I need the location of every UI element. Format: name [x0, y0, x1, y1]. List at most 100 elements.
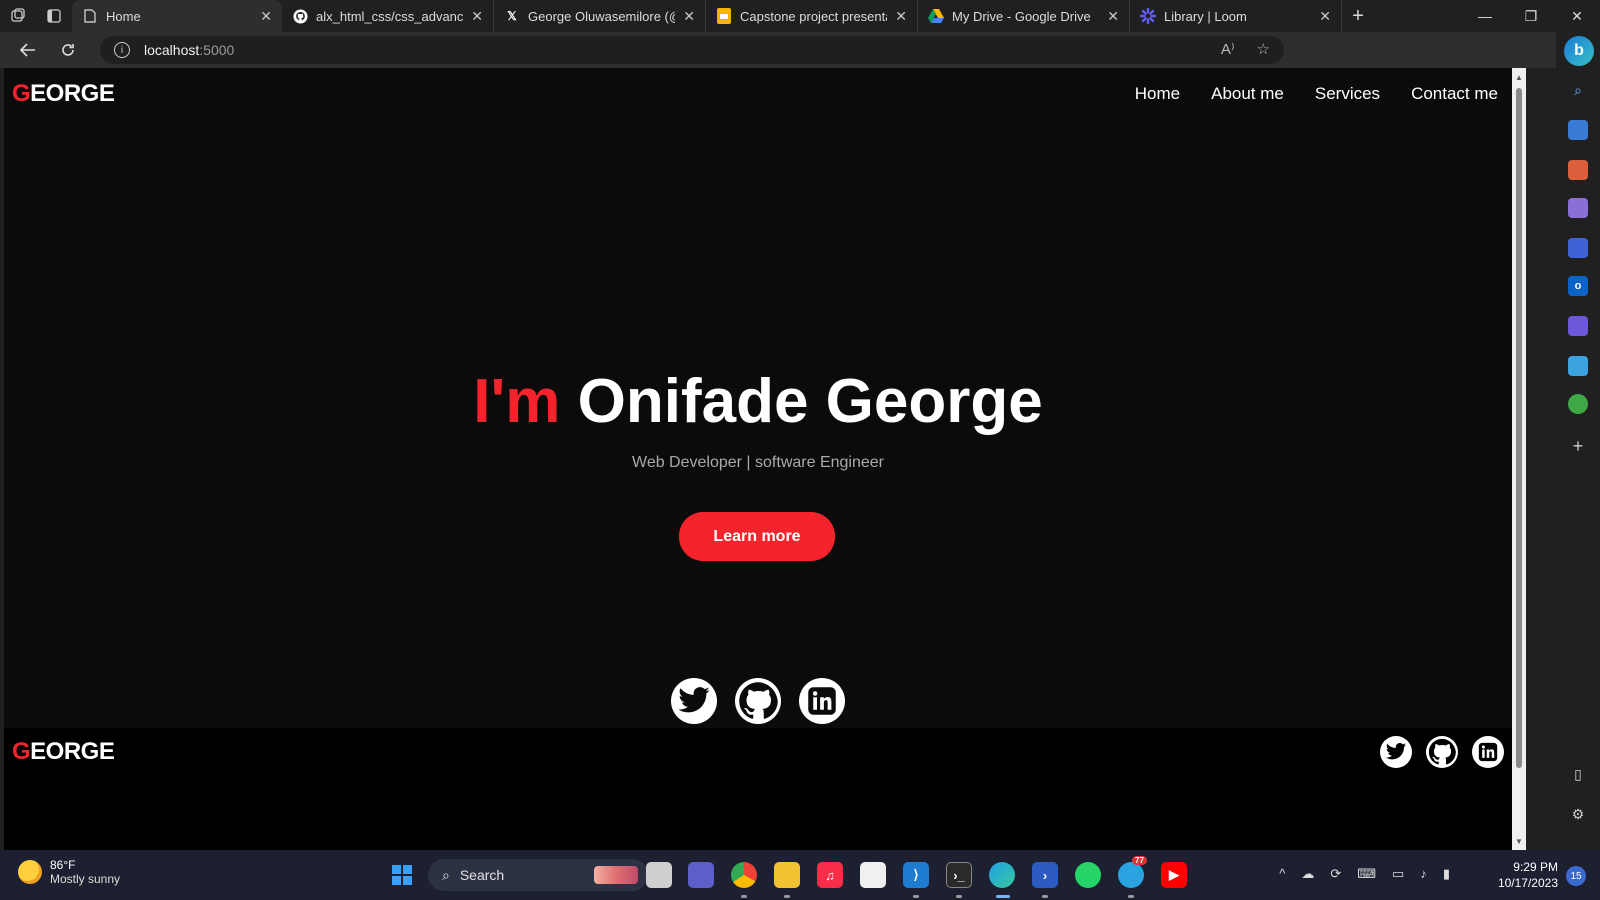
battery-icon[interactable]: ▮	[1443, 866, 1450, 882]
main-nav: Home About me Services Contact me	[1135, 84, 1498, 104]
minimize-icon[interactable]: —	[1462, 0, 1508, 32]
footer-logo[interactable]: GEORGE	[12, 738, 115, 766]
tools-icon[interactable]	[1568, 160, 1588, 180]
file-explorer-icon[interactable]	[774, 862, 800, 888]
scrollbar-thumb[interactable]	[1516, 88, 1522, 768]
store-icon[interactable]	[860, 862, 886, 888]
running-indicator	[913, 895, 919, 898]
twitter-icon[interactable]	[671, 678, 717, 724]
hero-social-links	[4, 678, 1512, 724]
tab-github[interactable]: alx_html_css/css_advanced a ✕	[282, 0, 494, 32]
games-icon[interactable]	[1568, 198, 1588, 218]
tab-slides[interactable]: Capstone project presentatio ✕	[706, 0, 918, 32]
tab-drive[interactable]: My Drive - Google Drive ✕	[918, 0, 1130, 32]
notification-badge[interactable]: 15	[1566, 866, 1586, 886]
shopping-icon[interactable]	[1568, 120, 1588, 140]
close-tab-icon[interactable]: ✕	[1107, 8, 1119, 25]
windows-start-icon[interactable]	[392, 865, 412, 885]
search-icon[interactable]: ⌕	[1568, 80, 1588, 100]
scroll-up-icon[interactable]: ▲	[1512, 70, 1526, 84]
new-tab-icon[interactable]: +	[1342, 0, 1374, 32]
music-icon[interactable]: ♫	[817, 862, 843, 888]
tab-title: Home	[106, 8, 141, 24]
settings-gear-icon[interactable]: ⚙	[1568, 804, 1588, 824]
close-tab-icon[interactable]: ✕	[683, 8, 695, 25]
keyboard-icon[interactable]: ⌨	[1357, 866, 1376, 882]
workspaces-icon[interactable]	[0, 0, 36, 32]
powershell-icon[interactable]: ›	[1032, 862, 1058, 888]
read-aloud-icon[interactable]: A⁾	[1221, 40, 1235, 58]
footer-social-links	[1380, 736, 1504, 768]
network-icon[interactable]: ▭	[1392, 866, 1404, 882]
github-icon[interactable]	[735, 678, 781, 724]
teams-chat-icon[interactable]	[688, 862, 714, 888]
linkedin-icon[interactable]	[799, 678, 845, 724]
drop-icon[interactable]	[1568, 356, 1588, 376]
tab-loom[interactable]: Library | Loom ✕	[1130, 0, 1342, 32]
hide-sidebar-icon[interactable]: ▯	[1568, 764, 1588, 784]
restore-icon[interactable]: ❐	[1508, 0, 1554, 32]
vscode-icon[interactable]: ⟩	[903, 862, 929, 888]
clock-date: 10/17/2023	[1497, 876, 1558, 890]
address-bar[interactable]: i localhost:5000 A⁾ ☆	[100, 36, 1284, 64]
sunny-icon	[18, 860, 42, 884]
bing-copilot-icon[interactable]: b	[1564, 36, 1594, 66]
page-scrollbar[interactable]: ▲ ▼	[1512, 68, 1526, 850]
hero-prefix: I'm	[473, 367, 561, 436]
weather-widget[interactable]: 86°F Mostly sunny	[18, 858, 120, 886]
close-window-icon[interactable]: ✕	[1554, 0, 1600, 32]
add-icon[interactable]: +	[1568, 436, 1588, 456]
outlook-icon[interactable]: o	[1568, 276, 1588, 296]
youtube-icon[interactable]: ▶	[1161, 862, 1187, 888]
telegram-icon[interactable]: 77	[1118, 856, 1147, 888]
back-icon[interactable]	[8, 32, 48, 68]
tab-home[interactable]: Home ✕	[72, 0, 282, 32]
site-info-icon[interactable]: i	[114, 42, 130, 58]
linkedin-icon[interactable]	[1472, 736, 1504, 768]
chrome-icon[interactable]	[731, 862, 757, 888]
tab-title: My Drive - Google Drive	[952, 8, 1091, 24]
nav-about[interactable]: About me	[1211, 84, 1284, 104]
refresh-icon[interactable]	[48, 32, 88, 68]
tree-icon[interactable]	[1568, 394, 1588, 414]
close-tab-icon[interactable]: ✕	[260, 8, 272, 25]
running-indicator	[741, 895, 747, 898]
hero-subtitle: Web Developer | software Engineer	[632, 454, 884, 471]
github-icon	[292, 8, 308, 24]
tab-actions-icon[interactable]	[36, 0, 72, 32]
site-logo[interactable]: GEORGE	[12, 80, 115, 108]
nav-contact[interactable]: Contact me	[1411, 84, 1498, 104]
favorite-star-icon[interactable]: ☆	[1257, 40, 1270, 58]
designer-icon[interactable]	[1568, 316, 1588, 336]
system-clock[interactable]: 9:29 PM 10/17/2023	[1498, 859, 1558, 891]
nav-services[interactable]: Services	[1315, 84, 1380, 104]
tab-title: George Oluwasemilore (@Se	[528, 8, 675, 24]
nav-home[interactable]: Home	[1135, 84, 1180, 104]
running-indicator	[1042, 895, 1048, 898]
chevron-up-icon[interactable]: ^	[1279, 866, 1285, 882]
tab-x[interactable]: 𝕏 George Oluwasemilore (@Se ✕	[494, 0, 706, 32]
close-tab-icon[interactable]: ✕	[471, 8, 483, 25]
windows-taskbar: 86°F Mostly sunny ⌕ Search ♫ ⟩ ›_ › 77 ▶…	[0, 850, 1600, 900]
system-tray: ^ ☁ ⟳ ⌨ ▭ ♪ ▮	[1279, 866, 1450, 882]
scroll-down-icon[interactable]: ▼	[1512, 834, 1526, 848]
github-icon[interactable]	[1426, 736, 1458, 768]
terminal-icon[interactable]: ›_	[946, 862, 972, 888]
twitter-icon[interactable]	[1380, 736, 1412, 768]
edge-icon[interactable]	[989, 862, 1015, 888]
close-tab-icon[interactable]: ✕	[1319, 8, 1331, 25]
task-view-icon[interactable]	[646, 862, 672, 888]
whatsapp-icon[interactable]	[1075, 862, 1101, 888]
learn-more-button[interactable]: Learn more	[679, 512, 835, 561]
sync-icon[interactable]: ⟳	[1330, 866, 1341, 882]
close-tab-icon[interactable]: ✕	[895, 8, 907, 25]
clock-time: 9:29 PM	[1513, 860, 1558, 874]
microsoft-365-icon[interactable]	[1568, 238, 1588, 258]
volume-icon[interactable]: ♪	[1420, 866, 1427, 882]
onedrive-icon[interactable]: ☁	[1301, 866, 1314, 882]
running-indicator	[784, 895, 790, 898]
url-host: localhost	[144, 42, 200, 58]
taskbar-search[interactable]: ⌕ Search	[428, 859, 648, 891]
loom-icon	[1140, 8, 1156, 24]
hero-heading: I'm Onifade George	[4, 366, 1512, 437]
